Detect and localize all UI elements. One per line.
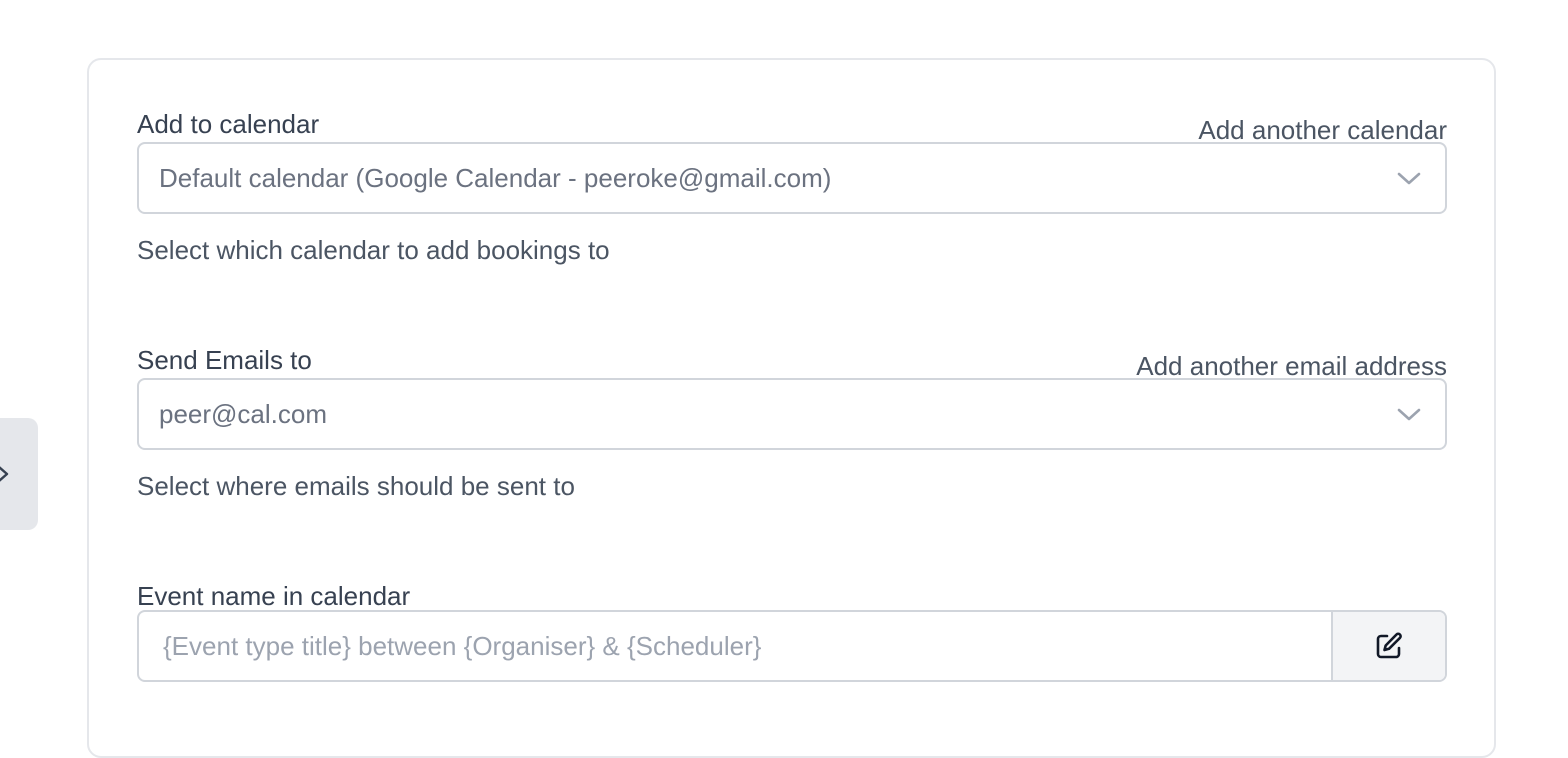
calendar-settings-card: Add to calendar Add another calendar Def…: [87, 58, 1496, 758]
calendar-helper-text: Select which calendar to add bookings to: [137, 235, 610, 265]
chevron-right-icon: [0, 466, 9, 482]
sidebar-expand-button[interactable]: [0, 418, 38, 530]
chevron-down-icon: [1397, 172, 1421, 185]
chevron-down-icon: [1397, 408, 1421, 421]
calendar-select-value: Default calendar (Google Calendar - peer…: [159, 163, 832, 193]
event-name-field: Event name in calendar {Event type title…: [137, 580, 1447, 682]
calendar-select[interactable]: Default calendar (Google Calendar - peer…: [137, 142, 1447, 214]
emails-label: Send Emails to: [137, 345, 312, 375]
emails-field: Send Emails to Add another email address…: [137, 344, 1447, 501]
emails-select-value: peer@cal.com: [159, 399, 328, 429]
calendar-label: Add to calendar: [137, 109, 320, 139]
event-name-placeholder: {Event type title} between {Organiser} &…: [163, 631, 762, 661]
emails-select[interactable]: peer@cal.com: [137, 378, 1447, 450]
event-name-label: Event name in calendar: [137, 581, 411, 611]
event-name-input[interactable]: {Event type title} between {Organiser} &…: [137, 610, 1447, 682]
calendar-field-header: Add to calendar Add another calendar: [137, 108, 1447, 145]
emails-helper-text: Select where emails should be sent to: [137, 471, 575, 501]
edit-icon: [1376, 632, 1402, 659]
calendar-field: Add to calendar Add another calendar Def…: [137, 108, 1447, 265]
emails-field-header: Send Emails to Add another email address: [137, 344, 1447, 381]
edit-event-name-button[interactable]: [1331, 612, 1445, 680]
